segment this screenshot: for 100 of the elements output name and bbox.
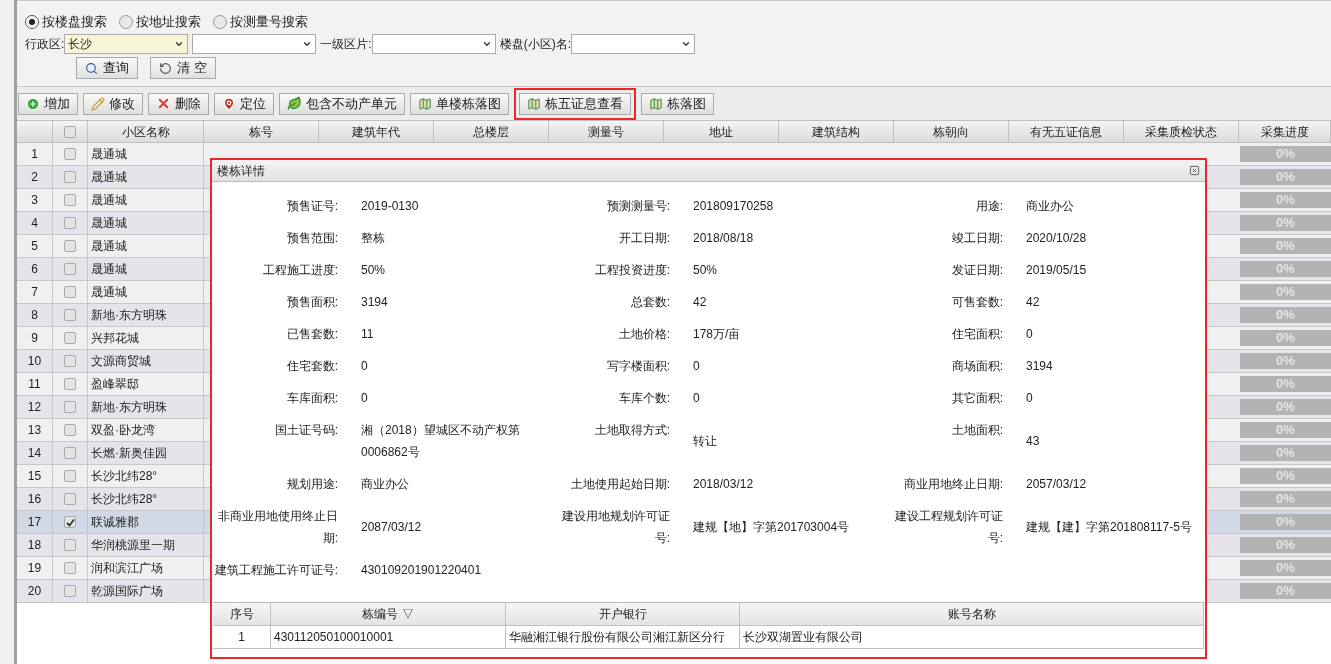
row-checkbox[interactable] <box>64 286 76 298</box>
field-value: 建规【建】字第201808117-5号 <box>1026 519 1193 536</box>
column-header[interactable]: 开户银行 <box>506 603 740 625</box>
column-header[interactable]: 账号名称 <box>740 603 1204 625</box>
field-label: 土地价格: <box>617 326 670 343</box>
table-cell: 晟通城 <box>88 258 204 280</box>
toolbar-button[interactable]: 增加 <box>18 92 78 115</box>
dropdown-caret-icon <box>681 39 691 49</box>
row-checkbox[interactable] <box>64 424 76 436</box>
toolbar-button[interactable]: 删除 <box>148 92 209 115</box>
row-checkbox[interactable] <box>64 516 76 528</box>
filter-dropdown[interactable] <box>371 34 496 54</box>
field-label: 国土证号码: <box>273 422 338 439</box>
column-header[interactable]: 序号 <box>213 603 271 625</box>
field-label: 非商业用地使用终止日期: <box>217 508 338 547</box>
row-checkbox[interactable] <box>64 263 76 275</box>
close-icon[interactable] <box>1189 165 1200 176</box>
radio-button[interactable] <box>25 15 39 29</box>
toolbar-button[interactable]: 包含不动产单元 <box>279 92 405 115</box>
radio-label[interactable]: 按地址搜索 <box>136 12 201 32</box>
radio-button[interactable] <box>213 15 227 29</box>
row-checkbox[interactable] <box>64 562 76 574</box>
row-checkbox[interactable] <box>64 332 76 344</box>
column-header[interactable]: 采集质检状态 <box>1124 121 1239 142</box>
row-number: 14 <box>17 442 53 464</box>
field-label: 竣工日期: <box>950 230 1003 247</box>
table-cell: 晟通城 <box>88 166 204 188</box>
toolbar-button[interactable]: 单楼栋落图 <box>410 92 509 115</box>
pin-icon <box>222 96 236 111</box>
row-checkbox[interactable] <box>64 309 76 321</box>
field-label: 发证日期: <box>950 262 1003 279</box>
table-cell: 华融湘江银行股份有限公司湘江新区分行 <box>506 626 740 648</box>
column-header[interactable]: 有无五证信息 <box>1009 121 1124 142</box>
column-header[interactable]: 小区名称 <box>88 121 204 142</box>
field-label: 可售套数: <box>950 294 1003 311</box>
table-cell: 晟通城 <box>88 212 204 234</box>
radio-label[interactable]: 按测量号搜索 <box>230 12 308 32</box>
filter-label: 楼盘(小区)名: <box>499 36 571 53</box>
column-header[interactable]: 采集进度 <box>1239 121 1331 142</box>
row-checkbox[interactable] <box>64 194 76 206</box>
field-label: 其它面积: <box>950 390 1003 407</box>
table-cell: 兴邦花城 <box>88 327 204 349</box>
toolbar-button[interactable]: 修改 <box>83 92 143 115</box>
row-checkbox[interactable] <box>64 378 76 390</box>
row-checkbox[interactable] <box>64 240 76 252</box>
column-header[interactable]: 栋号 <box>204 121 319 142</box>
table-cell: 晟通城 <box>88 143 204 165</box>
row-checkbox[interactable] <box>64 470 76 482</box>
toolbar-button[interactable]: 栋落图 <box>641 92 714 115</box>
select-all-checkbox[interactable] <box>64 125 76 138</box>
row-number: 5 <box>17 235 53 257</box>
column-header[interactable]: 测量号 <box>549 121 664 142</box>
filter-dropdown[interactable] <box>192 34 317 54</box>
toolbar-button[interactable]: 栋五证息查看 <box>519 92 631 115</box>
search-button[interactable]: 查询 <box>76 57 138 79</box>
field-label: 已售套数: <box>285 326 338 343</box>
toolbar-button[interactable]: 定位 <box>214 92 274 115</box>
column-header[interactable]: 栋编号 ▽ <box>271 603 506 625</box>
leaf-icon <box>287 96 302 111</box>
table-cell: 华润桃源里一期 <box>88 534 204 556</box>
table-cell: 晟通城 <box>88 235 204 257</box>
filter-dropdown[interactable] <box>571 34 695 54</box>
column-header[interactable]: 地址 <box>664 121 779 142</box>
radio-button[interactable] <box>119 15 133 29</box>
field-value: 整栋 <box>361 230 386 247</box>
row-checkbox[interactable] <box>64 493 76 505</box>
radio-label[interactable]: 按楼盘搜索 <box>42 12 107 32</box>
table-cell: 盈峰翠邸 <box>88 373 204 395</box>
column-header[interactable]: 建筑结构 <box>779 121 894 142</box>
column-header[interactable]: 总楼层 <box>434 121 549 142</box>
table-cell: 长沙北纬28° <box>88 488 204 510</box>
field-value: 43 <box>1026 433 1041 450</box>
row-checkbox[interactable] <box>64 539 76 551</box>
dropdown-caret-icon <box>174 39 185 49</box>
row-checkbox[interactable] <box>64 171 76 183</box>
row-checkbox[interactable] <box>64 355 76 367</box>
cross-icon <box>156 96 171 111</box>
column-header[interactable]: 建筑年代 <box>319 121 434 142</box>
row-number: 13 <box>17 419 53 441</box>
column-header[interactable]: 栋朝向 <box>894 121 1009 142</box>
field-label: 土地使用起始日期: <box>569 476 670 493</box>
row-number: 8 <box>17 304 53 326</box>
row-checkbox[interactable] <box>64 217 76 229</box>
filter-dropdown[interactable]: 长沙 <box>64 34 189 54</box>
field-label: 用途: <box>974 198 1003 215</box>
field-value: 2019/05/15 <box>1026 262 1088 279</box>
field-label: 土地取得方式: <box>593 422 670 439</box>
field-value: 0 <box>361 390 369 407</box>
clear-button[interactable]: 清 空 <box>150 57 216 79</box>
table-cell: 长沙北纬28° <box>88 465 204 487</box>
field-label: 预售证号: <box>285 198 338 215</box>
row-checkbox[interactable] <box>64 401 76 413</box>
field-value: 商业办公 <box>1026 198 1075 215</box>
row-checkbox[interactable] <box>64 148 76 160</box>
table-cell: 新地·东方明珠 <box>88 304 204 326</box>
field-value: 201809170258 <box>693 198 775 215</box>
row-checkbox[interactable] <box>64 585 76 597</box>
row-number: 18 <box>17 534 53 556</box>
field-label: 建设工程规划许可证号: <box>894 508 1003 547</box>
row-checkbox[interactable] <box>64 447 76 459</box>
